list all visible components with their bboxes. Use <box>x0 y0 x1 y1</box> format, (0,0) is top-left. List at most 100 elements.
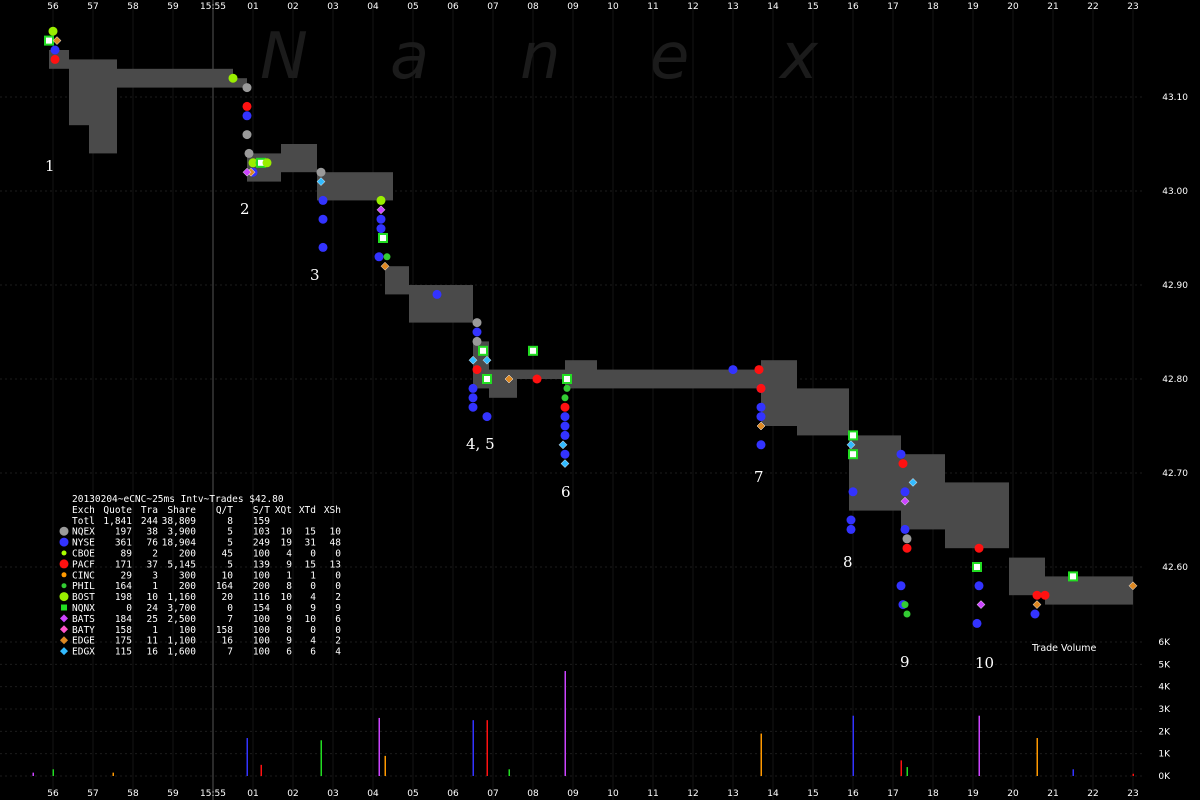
x-tick-bottom: 20 <box>1007 789 1019 799</box>
trade-marker-nyse <box>242 111 252 121</box>
nbbo-band <box>49 50 1133 605</box>
volume-bar <box>1036 738 1038 776</box>
legend-row-cell: BATS <box>72 614 95 625</box>
x-tick-top: 57 <box>87 2 98 12</box>
trade-marker-nqex <box>316 167 326 177</box>
legend-row-cell: 5 <box>227 559 233 570</box>
volume-bar <box>320 740 322 776</box>
legend-row-cell: CINC <box>72 570 95 581</box>
x-tick-top: 17 <box>887 2 898 12</box>
legend-row-cell: 103 <box>253 527 270 538</box>
price-tick: 42.90 <box>1162 281 1188 291</box>
trade-marker-nyse <box>974 581 984 591</box>
x-tick-top: 03 <box>327 2 338 12</box>
trade-marker-nyse <box>432 289 442 299</box>
trade-marker-nyse <box>318 214 328 224</box>
trade-marker-nqnx <box>528 345 538 356</box>
legend-row-cell: 5 <box>227 538 233 549</box>
legend-row-cell: EDGE <box>72 636 95 647</box>
legend-row-cell: 300 <box>179 570 196 581</box>
legend-row-cell: 100 <box>253 614 270 625</box>
trade-marker-nyse <box>376 214 386 224</box>
x-tick-bottom: 15 <box>807 789 818 799</box>
volume-tick: 2K <box>1158 727 1171 737</box>
legend-row-cell: 89 <box>121 549 133 560</box>
legend-row-cell: 20 <box>222 592 234 603</box>
trade-marker-pacf <box>898 459 908 469</box>
x-tick-top: 18 <box>927 2 939 12</box>
legend-row-cell: 1,160 <box>167 592 196 603</box>
annotation-label: 9 <box>900 653 910 671</box>
legend-row-cell: 10 <box>222 570 234 581</box>
trade-marker-nyse <box>376 224 386 234</box>
legend-row-cell: 9 <box>286 614 292 625</box>
x-tick-bottom: 01 <box>247 789 258 799</box>
trade-marker-nqex <box>242 83 252 93</box>
trade-marker-bost <box>376 195 386 205</box>
legend-row-cell: 361 <box>115 538 132 549</box>
axes: 565657575858595915:5515:5501010202030304… <box>47 2 1188 799</box>
trade-marker-nqnx <box>378 233 388 243</box>
legend-row-cell: 115 <box>115 647 132 658</box>
x-tick-bottom: 22 <box>1087 789 1098 799</box>
x-tick-top: 22 <box>1087 2 1098 12</box>
legend-row-cell: 8 <box>286 581 292 592</box>
legend-row-cell: 100 <box>179 625 196 636</box>
legend-header-cell: Tra <box>141 505 158 516</box>
nbbo-segment <box>797 388 849 436</box>
trade-marker-nyse <box>374 252 384 262</box>
legend-row-cell: 1 <box>152 625 158 636</box>
legend-row-cell: 139 <box>253 559 270 570</box>
nbbo-segment <box>761 360 797 426</box>
legend-row-cell: 5,145 <box>167 559 196 570</box>
legend-total-cell: 159 <box>253 516 270 527</box>
trade-marker-nyse <box>900 524 910 534</box>
legend-swatch <box>61 550 67 556</box>
trade-marker-nyse <box>756 440 766 450</box>
legend-row-cell: 4 <box>335 647 341 658</box>
legend-swatch <box>59 526 69 536</box>
trade-marker-nyse <box>900 487 910 497</box>
trade-marker-phil <box>561 394 569 402</box>
legend-row-cell: 1 <box>286 570 292 581</box>
legend-row-cell: 6 <box>310 647 316 658</box>
legend-row-cell: 200 <box>179 549 196 560</box>
legend-header-cell: XSh <box>324 505 341 516</box>
trade-marker-pacf <box>242 101 252 111</box>
legend-row-cell: 25 <box>147 614 158 625</box>
x-tick-bottom: 05 <box>407 789 418 799</box>
trade-marker-edge <box>52 36 62 45</box>
legend-row-cell: 158 <box>216 625 233 636</box>
legend-row-cell: 4 <box>310 636 316 647</box>
trade-marker-phil <box>563 384 571 392</box>
annotation-label: 4, 5 <box>466 435 495 453</box>
legend-row-cell: 0 <box>335 625 341 636</box>
x-tick-bottom: 15:55 <box>200 789 226 799</box>
legend-row-cell: 3,700 <box>167 603 196 614</box>
nbbo-segment <box>849 435 901 511</box>
legend-row-cell: BOST <box>72 592 95 603</box>
legend-row-cell: 0 <box>335 581 341 592</box>
trade-marker-pacf <box>756 383 766 393</box>
watermark-letter: a <box>390 20 429 94</box>
volume-bar <box>52 769 54 776</box>
legend-row-cell: 0 <box>227 603 233 614</box>
legend-row-cell: 0 <box>310 549 316 560</box>
legend-swatch <box>61 572 67 578</box>
annotation-label: 7 <box>754 468 764 486</box>
legend-swatch <box>60 636 68 645</box>
trade-marker-pacf <box>532 374 542 384</box>
trade-marker-bost <box>262 158 272 168</box>
trade-marker-pacf <box>1040 590 1050 600</box>
x-tick-top: 06 <box>447 2 459 12</box>
trade-marker-nqnx <box>562 374 572 384</box>
legend-row-cell: 10 <box>305 614 317 625</box>
legend-row-cell: 100 <box>253 570 270 581</box>
annotation-label: 3 <box>310 266 320 284</box>
nbbo-segment <box>117 68 169 88</box>
legend-header-cell: XTd <box>299 505 316 516</box>
trade-marker-nyse <box>972 618 982 628</box>
volume-tick: 5K <box>1158 660 1171 670</box>
legend-row-cell: 13 <box>330 559 341 570</box>
x-tick-bottom: 13 <box>727 789 738 799</box>
